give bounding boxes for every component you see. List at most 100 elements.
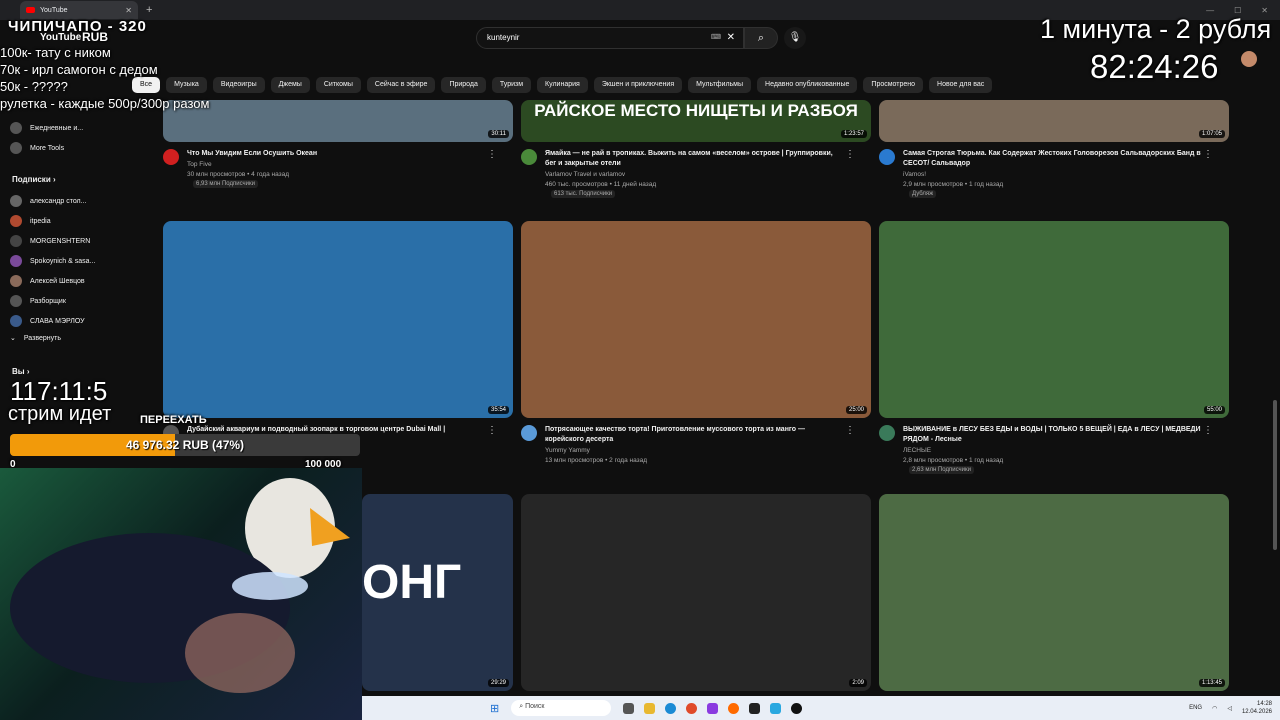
browser-tab[interactable]: YouTube ✕ [20,1,138,19]
search-button[interactable]: ⌕ [744,27,778,49]
video-badge: 6,93 млн Подписчики [193,180,258,188]
file-explorer-icon[interactable] [644,702,656,714]
video-meta: 460 тыс. просмотров • 11 дней назад [545,181,657,188]
filter-chip[interactable]: Джемы [270,77,310,93]
sidebar-item-daily[interactable]: Ежедневные и... [10,122,83,134]
clock-date: 12.04.2026 [1241,709,1272,715]
channel-name[interactable]: Yummy Yammy [545,446,590,456]
video-thumbnail[interactable]: 30:11 [163,100,513,142]
filter-chip[interactable]: Музыка [166,77,207,93]
taskbar-search[interactable]: ⌕ Поиск [511,700,612,716]
chrome-icon[interactable] [686,702,698,714]
video-title[interactable]: Что Мы Увидим Если Осушить Океан [187,149,487,159]
firefox-icon[interactable] [728,702,740,714]
filter-chip[interactable]: Туризм [491,77,532,93]
more-actions-icon[interactable]: ⋮ [1203,425,1213,436]
video-thumbnail[interactable]: 35:54 [163,221,513,418]
video-title[interactable]: Самая Строгая Тюрьма. Как Содержат Жесто… [903,149,1203,169]
channel-avatar[interactable] [879,149,895,165]
more-actions-icon[interactable]: ⋮ [845,149,855,160]
language-indicator[interactable]: ENG [1189,705,1202,711]
channel-name[interactable]: ЛЕСНЫЕ [903,446,931,456]
video-title[interactable]: Потрясающее качество торта! Приготовлени… [545,425,845,445]
volume-icon[interactable]: ◁ [1227,705,1232,712]
close-tab-icon[interactable]: ✕ [125,6,132,15]
sidebar-item-subscription[interactable]: itpedia [10,215,51,227]
task-view-icon[interactable] [623,702,635,714]
scrollbar[interactable] [1272,100,1278,650]
taskbar-search-placeholder: Поиск [525,703,545,710]
clock[interactable]: 14:28 12.04.2026 [1242,700,1272,716]
sidebar-item-subscription[interactable]: Разборщик [10,295,66,307]
sidebar-item-subscription[interactable]: александр стол... [10,195,86,207]
telegram-icon[interactable] [770,702,782,714]
chevron-right-icon: › [26,367,30,376]
sidebar-item-subscription[interactable]: MORGENSHTERN [10,235,90,247]
filter-chip[interactable]: Сейчас в эфире [366,77,436,93]
channel-avatar[interactable] [521,425,537,441]
voice-search-button[interactable]: 🎙 [784,27,806,49]
sidebar-item-subscription[interactable]: Алексей Шевцов [10,275,85,287]
you-heading[interactable]: Вы › [12,367,30,376]
video-thumbnail[interactable]: 55:00 [879,221,1229,418]
channel-avatar[interactable] [521,149,537,165]
channel-avatar[interactable] [163,149,179,165]
donation-progress-bar: 46 976.32 RUB (47%) [10,434,360,456]
obs-icon[interactable] [707,702,719,714]
sidebar-item-subscription[interactable]: СЛАВА МЭРЛОУ [10,315,85,327]
expand-button[interactable]: ⌄ Развернуть [10,334,61,343]
account-avatar[interactable] [1241,51,1257,67]
video-title[interactable]: ВЫЖИВАНИЕ в ЛЕСУ БЕЗ ЕДЫ и ВОДЫ | ТОЛЬКО… [903,425,1203,445]
video-meta: 2,8 млн просмотров • 1 год назад [903,457,1004,464]
video-duration: 35:54 [487,406,509,414]
video-duration: 29:29 [487,679,509,687]
video-thumbnail[interactable]: РАЙСКОЕ МЕСТО НИЩЕТЫ И РАЗБОЯ 1:23:57 [521,100,871,142]
more-actions-icon[interactable]: ⋮ [845,425,855,436]
windows-start-icon[interactable]: ⊞ [490,702,499,715]
more-actions-icon[interactable]: ⋮ [487,425,497,436]
filter-chip[interactable]: Природа [441,77,486,93]
video-info: Самая Строгая Тюрьма. Как Содержат Жесто… [879,149,1219,198]
video-thumbnail[interactable]: 1:13:45 [879,494,1229,691]
sidebar-item-subscription[interactable]: Spokoynich & sasa... [10,255,95,267]
wifi-icon[interactable]: ◠ [1212,705,1217,712]
more-actions-icon[interactable]: ⋮ [487,149,497,160]
video-thumbnail[interactable]: 2:09 [521,494,871,691]
channel-avatar[interactable] [879,425,895,441]
video-duration: 1:23:57 [840,130,867,138]
filter-chip[interactable]: Все [132,77,161,93]
channel-name[interactable]: iVamos! [903,170,926,180]
filter-chip[interactable]: Просмотрено [863,77,924,93]
filter-chip[interactable]: Видеоигры [212,77,265,93]
sidebar-item-label: More Tools [30,144,65,152]
subscription-label: MORGENSHTERN [30,237,91,245]
sidebar-item-more-tools[interactable]: More Tools [10,142,64,154]
app-icon[interactable] [791,702,803,714]
filter-chip[interactable]: Ситкомы [315,77,361,93]
video-badge: 2,63 млн Подписчики [909,466,974,474]
subscription-label: александр стол... [30,197,87,205]
screen: YouTube ✕ + — ☐ ✕ YouTube kunteynir ⌨ ✕ … [0,0,1280,720]
app-icon[interactable] [749,702,761,714]
channel-name[interactable]: Top Five [187,160,212,170]
filter-chip[interactable]: Экшен и приключения [593,77,683,93]
filter-chip[interactable]: Новое для вас [929,77,993,93]
filter-chip[interactable]: Кулинария [537,77,588,93]
filter-chip[interactable]: Мультфильмы [688,77,752,93]
video-thumbnail[interactable]: 1:07:05 [879,100,1229,142]
new-tab-icon[interactable]: + [146,4,152,16]
subscriptions-heading[interactable]: Подписки › [12,175,56,184]
search-input[interactable]: kunteynir ⌨ ✕ [476,27,744,49]
video-info: Потрясающее качество торта! Приготовлени… [521,425,861,465]
keyboard-icon[interactable]: ⌨ [711,33,721,41]
video-thumbnail[interactable]: ОНГ 29:29 [362,494,513,691]
edge-icon[interactable] [665,702,677,714]
filter-chip[interactable]: Недавно опубликованные [757,77,858,93]
channel-name[interactable]: Varlamov Travel и varlamov [545,170,625,180]
clear-search-icon[interactable]: ✕ [727,32,735,43]
scrollbar-thumb[interactable] [1273,400,1277,550]
more-actions-icon[interactable]: ⋮ [1203,149,1213,160]
video-thumbnail[interactable]: 25:00 [521,221,871,418]
video-title[interactable]: Ямайка — не рай в тропиках. Выжить на са… [545,149,845,169]
search-icon: ⌕ [757,32,765,44]
